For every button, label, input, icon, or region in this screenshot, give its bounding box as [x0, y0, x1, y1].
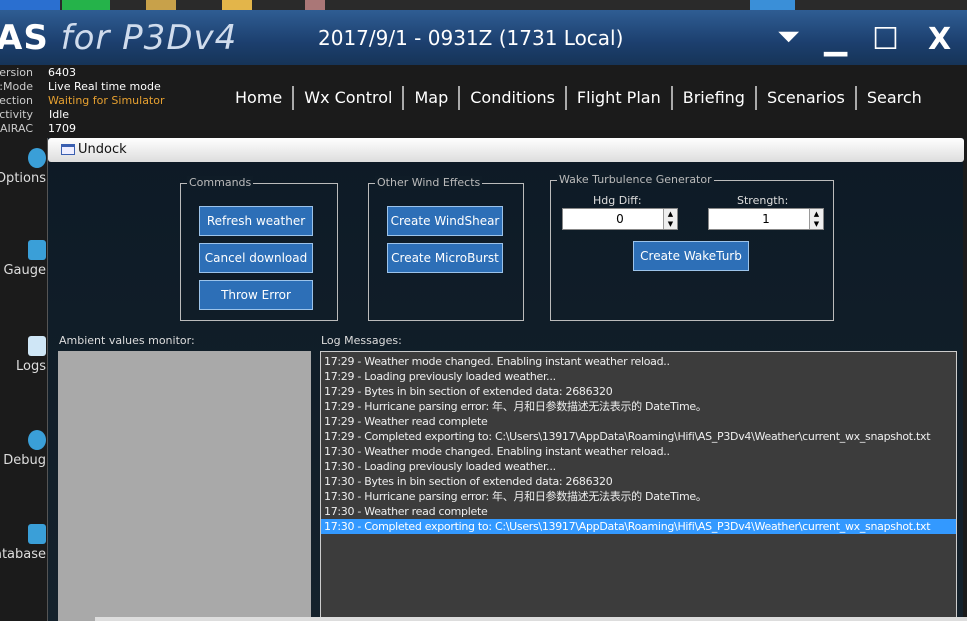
log-line[interactable]: 17:30 - Completed exporting to: C:\Users… [321, 519, 956, 534]
wake-turbulence-legend: Wake Turbulence Generator [557, 173, 714, 186]
debug-icon [28, 430, 46, 450]
datetime-display: 2017/9/1 - 0931Z (1731 Local) [318, 26, 624, 50]
log-line[interactable]: 17:30 - Weather read complete [321, 504, 956, 519]
log-line[interactable]: 17:29 - Completed exporting to: C:\Users… [321, 429, 956, 444]
undock-label: Undock [78, 142, 127, 157]
main-nav: Home Wx Control Map Conditions Flight Pl… [225, 86, 932, 110]
sidebar-item-debug[interactable]: Debug [0, 430, 46, 468]
commands-legend: Commands [187, 176, 254, 189]
create-microburst-button[interactable]: Create MicroBurst [387, 243, 503, 273]
connection-label: Connection: [0, 94, 33, 107]
desktop-taskbar-strip [0, 0, 967, 10]
gear-icon [28, 148, 46, 168]
log-line[interactable]: 17:29 - Weather mode changed. Enabling i… [321, 354, 956, 369]
ambient-monitor-label: Ambient values monitor: [59, 334, 195, 347]
log-line[interactable]: 17:30 - Loading previously loaded weathe… [321, 459, 956, 474]
sidebar-item-options[interactable]: Options [0, 148, 46, 186]
spin-arrows-icon[interactable]: ▲ ▼ [663, 209, 677, 229]
hdg-diff-stepper[interactable]: 0 ▲ ▼ [562, 208, 678, 230]
wind-effects-legend: Other Wind Effects [375, 176, 483, 189]
mode-label: Mode: [0, 80, 33, 93]
activity-value: Idle [49, 108, 70, 121]
ambient-values-monitor [58, 351, 311, 621]
log-line[interactable]: 17:29 - Hurricane parsing error: 年、月和日参数… [321, 399, 956, 414]
nav-wx-control[interactable]: Wx Control [294, 88, 402, 110]
window-icon [61, 144, 75, 155]
database-icon [28, 524, 46, 544]
wake-turbulence-group: Wake Turbulence Generator Hdg Diff: 0 ▲ ▼ … [550, 173, 834, 321]
log-messages-list[interactable]: 17:29 - Weather mode changed. Enabling i… [320, 351, 957, 621]
title-bar: AS for P3Dv4 2017/9/1 - 0931Z (1731 Loca… [0, 10, 967, 65]
log-line[interactable]: 17:29 - Loading previously loaded weathe… [321, 369, 956, 384]
cancel-download-button[interactable]: Cancel download [199, 243, 313, 273]
hdg-diff-value: 0 [616, 212, 624, 226]
activity-label: Activity: [0, 108, 33, 121]
nav-scenarios[interactable]: Scenarios [757, 88, 855, 110]
refresh-weather-button[interactable]: Refresh weather [199, 206, 313, 236]
strength-stepper[interactable]: 1 ▲ ▼ [708, 208, 824, 230]
nav-home[interactable]: Home [225, 88, 292, 110]
nav-briefing[interactable]: Briefing [673, 88, 755, 110]
log-line[interactable]: 17:29 - Bytes in bin section of extended… [321, 384, 956, 399]
wind-effects-group: Other Wind Effects Create WindShear Crea… [368, 176, 524, 321]
airac-label: AIRAC: [0, 122, 33, 135]
minimize-button[interactable]: ▁ [824, 22, 847, 57]
sidebar-item-database[interactable]: Database [0, 524, 46, 562]
create-windshear-button[interactable]: Create WindShear [387, 206, 503, 236]
nav-map[interactable]: Map [404, 88, 458, 110]
log-line[interactable]: 17:29 - Weather read complete [321, 414, 956, 429]
hdg-diff-label: Hdg Diff: [593, 194, 642, 207]
create-waketurb-button[interactable]: Create WakeTurb [633, 241, 749, 271]
sidebar-item-logs[interactable]: Logs [0, 336, 46, 374]
spin-arrows-icon[interactable]: ▲ ▼ [809, 209, 823, 229]
menu-dropdown-icon[interactable]: ⏷ [778, 22, 799, 53]
gauge-icon [28, 240, 46, 260]
sidebar: Options Gauge Logs Debug Database [0, 140, 46, 621]
nav-conditions[interactable]: Conditions [460, 88, 565, 110]
strength-label: Strength: [737, 194, 789, 207]
sidebar-item-gauge[interactable]: Gauge [0, 240, 46, 278]
undock-bar[interactable]: Undock [48, 138, 964, 162]
close-button[interactable]: X [928, 22, 951, 57]
throw-error-button[interactable]: Throw Error [199, 280, 313, 310]
strength-value: 1 [762, 212, 770, 226]
commands-group: Commands Refresh weather Cancel download… [180, 176, 338, 321]
maximize-button[interactable]: ☐ [872, 22, 899, 57]
horizontal-scrollbar[interactable] [95, 617, 967, 621]
mode-value: Live Real time mode [48, 80, 161, 93]
log-line[interactable]: 17:30 - Hurricane parsing error: 年、月和日参数… [321, 489, 956, 504]
log-messages-label: Log Messages: [321, 334, 402, 347]
log-line[interactable]: 17:30 - Weather mode changed. Enabling i… [321, 444, 956, 459]
logs-icon [28, 336, 46, 356]
version-value: 6403 [48, 66, 76, 79]
nav-search[interactable]: Search [857, 88, 932, 110]
version-label: Version: [0, 66, 33, 79]
connection-value: Waiting for Simulator [48, 94, 165, 107]
app-logo: AS for P3Dv4 [0, 18, 238, 58]
log-line[interactable]: 17:30 - Bytes in bin section of extended… [321, 474, 956, 489]
airac-value: 1709 [48, 122, 76, 135]
nav-flight-plan[interactable]: Flight Plan [567, 88, 671, 110]
